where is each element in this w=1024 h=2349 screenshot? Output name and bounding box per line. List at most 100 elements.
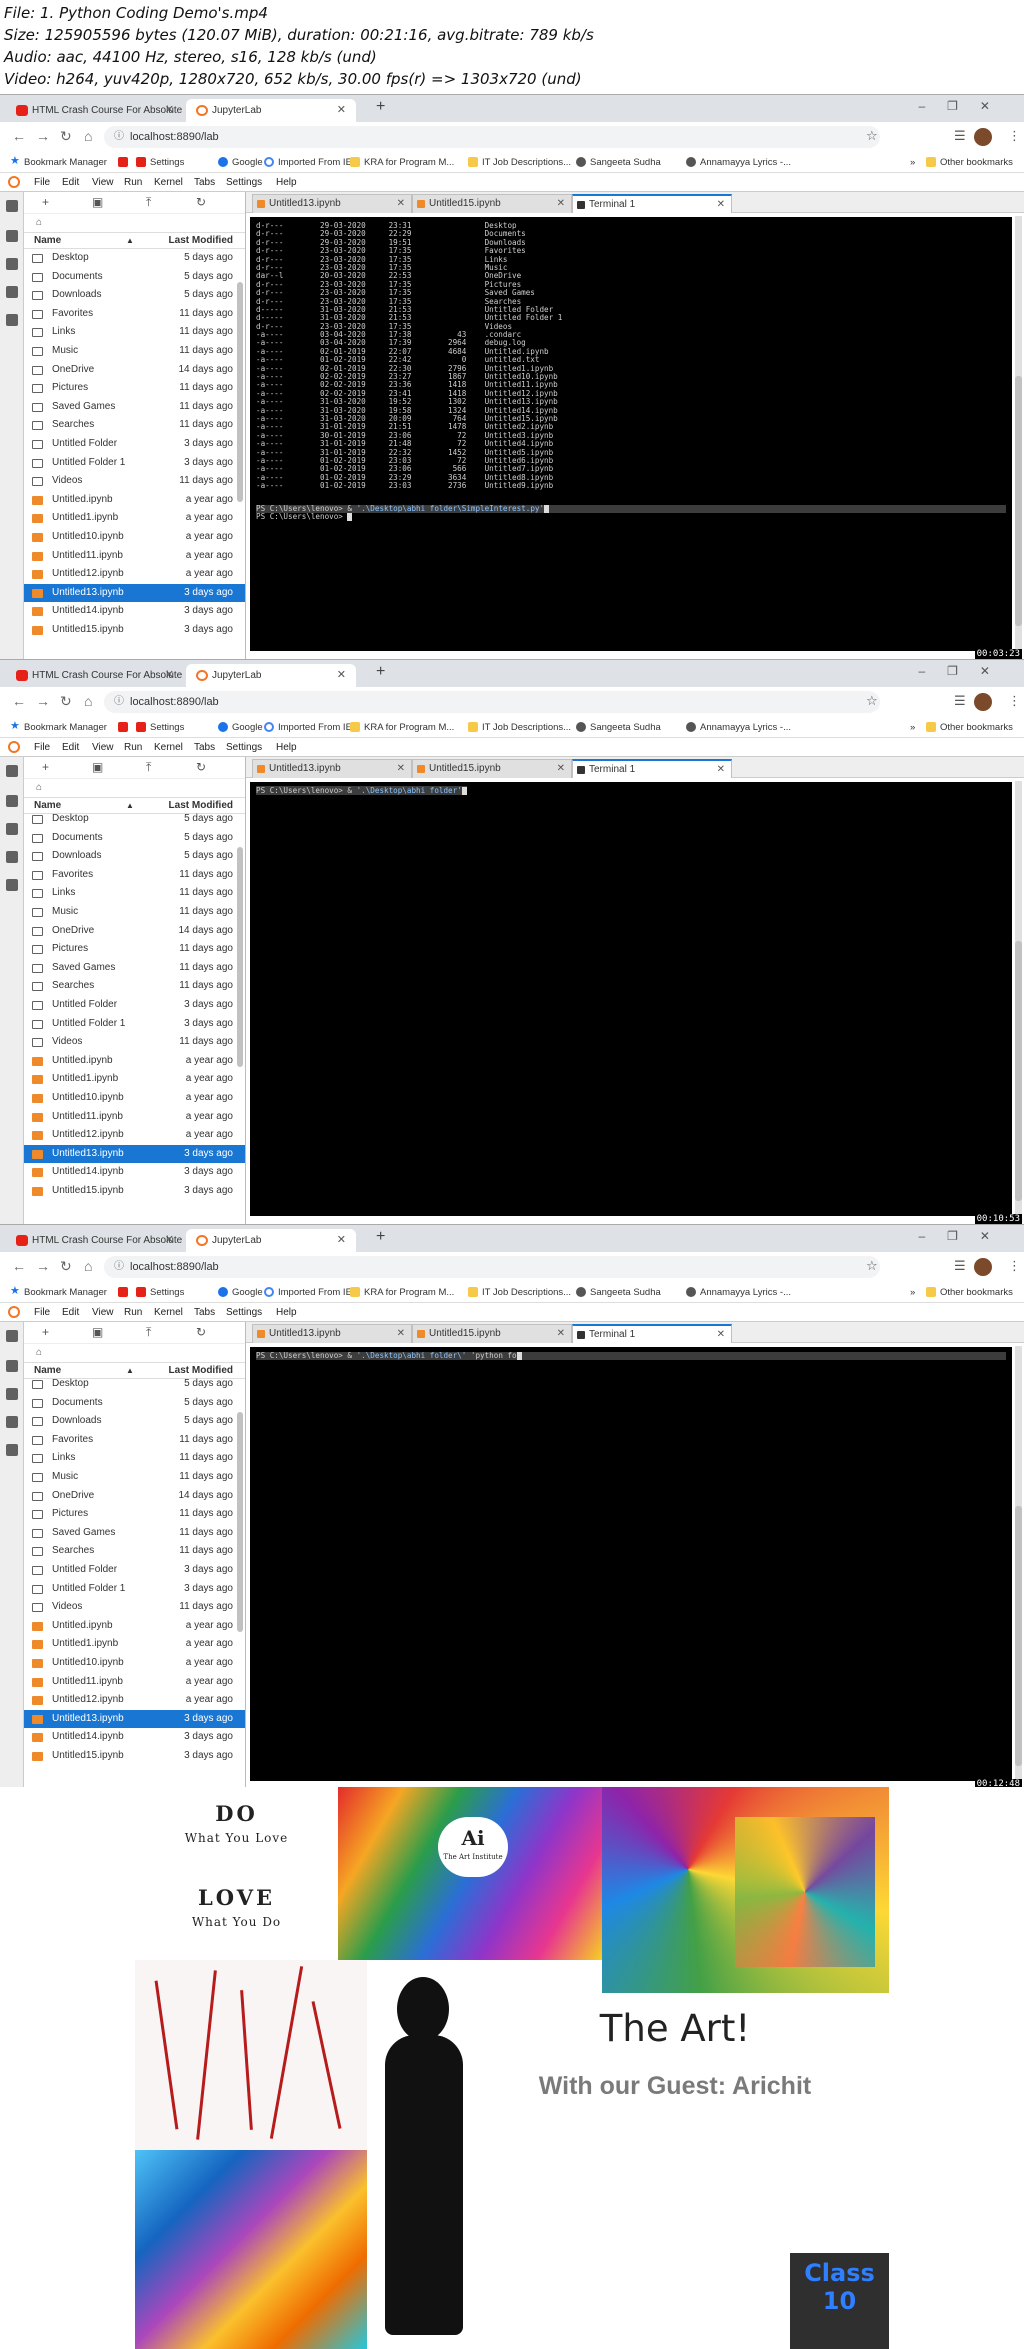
palette-icon[interactable] [6,823,18,835]
close-icon[interactable]: ✕ [717,196,725,214]
bookmark-item[interactable]: ★ Bookmark Manager [10,1282,107,1303]
file-row[interactable]: Pictures 11 days ago [24,940,245,959]
file-row[interactable]: Untitled11.ipynb a year ago [24,1108,245,1127]
new-folder-icon[interactable]: ▣ [92,195,103,209]
doc-tab-notebook[interactable]: Untitled13.ipynb ✕ [252,194,412,213]
file-row[interactable]: Untitled11.ipynb a year ago [24,547,245,566]
file-row[interactable]: Videos 11 days ago [24,1598,245,1617]
bookmark-item[interactable]: ★ Bookmark Manager [10,717,107,738]
file-row[interactable]: Untitled15.ipynb 3 days ago [24,1182,245,1201]
file-row[interactable]: Untitled Folder 3 days ago [24,435,245,454]
running-icon[interactable] [6,230,18,242]
file-row[interactable]: Untitled12.ipynb a year ago [24,565,245,584]
bookmark-item[interactable]: Google [218,717,263,738]
reload-icon[interactable]: ↻ [60,1258,72,1275]
file-row[interactable]: Searches 11 days ago [24,416,245,435]
address-bar[interactable]: ⓘ localhost:8890/lab [104,126,880,148]
file-row[interactable]: Untitled.ipynb a year ago [24,491,245,510]
file-row[interactable]: Untitled Folder 1 3 days ago [24,1580,245,1599]
avatar[interactable] [974,128,992,146]
wrench-icon[interactable] [6,1416,18,1428]
menu-help[interactable]: Help [276,173,297,192]
tabs-icon[interactable] [6,314,18,326]
close-icon[interactable]: ✕ [397,760,405,778]
file-row[interactable]: Desktop 5 days ago [24,249,245,268]
menu-run[interactable]: Run [124,738,142,757]
info-icon[interactable]: ⓘ [114,126,124,148]
doc-tab-terminal[interactable]: Terminal 1 ✕ [572,759,732,778]
bookmark-item[interactable]: Annamayya Lyrics -... [686,717,791,738]
file-row[interactable]: Music 11 days ago [24,1468,245,1487]
menu-view[interactable]: View [92,1303,114,1322]
refresh-icon[interactable]: ↻ [196,195,206,209]
file-row[interactable]: Untitled12.ipynb a year ago [24,1691,245,1710]
file-row[interactable]: Favorites 11 days ago [24,305,245,324]
browser-tab-jupyterlab[interactable]: JupyterLab ✕ [186,664,356,687]
file-row[interactable]: Searches 11 days ago [24,977,245,996]
new-tab-icon[interactable]: + [376,98,385,116]
extension-icon[interactable]: ☰ [954,1258,966,1274]
more-bookmarks-icon[interactable]: » [896,1282,915,1303]
scrollbar-thumb[interactable] [1015,941,1022,1201]
refresh-icon[interactable]: ↻ [196,1325,206,1339]
menu-edit[interactable]: Edit [62,173,79,192]
back-arrow-icon[interactable]: ← [12,1258,26,1274]
info-icon[interactable]: ⓘ [114,1256,124,1278]
back-arrow-icon[interactable]: ← [12,693,26,709]
menu-view[interactable]: View [92,173,114,192]
info-icon[interactable]: ⓘ [114,691,124,713]
more-bookmarks-icon[interactable]: » [896,717,915,738]
file-row[interactable]: OneDrive 14 days ago [24,1487,245,1506]
new-launcher-icon[interactable]: + [42,760,49,774]
file-row[interactable]: Untitled Folder 3 days ago [24,1561,245,1580]
file-row[interactable]: Videos 11 days ago [24,472,245,491]
file-row[interactable]: Untitled15.ipynb 3 days ago [24,1747,245,1766]
menu-tabs[interactable]: Tabs [194,173,215,192]
bookmark-item[interactable]: Sangeeta Sudha [576,152,661,173]
file-browser-scrollbar[interactable] [237,282,243,502]
menu-icon[interactable]: ⋮ [1008,128,1021,144]
running-icon[interactable] [6,795,18,807]
file-row[interactable]: OneDrive 14 days ago [24,361,245,380]
scrollbar-thumb[interactable] [1015,376,1022,626]
forward-arrow-icon[interactable]: → [36,1258,50,1274]
menu-view[interactable]: View [92,738,114,757]
menu-icon[interactable]: ⋮ [1008,1258,1021,1274]
file-row[interactable]: Saved Games 11 days ago [24,1524,245,1543]
file-row[interactable]: Untitled10.ipynb a year ago [24,528,245,547]
doc-tab-notebook[interactable]: Untitled15.ipynb ✕ [412,759,572,778]
close-tab-icon[interactable]: ✕ [165,1229,174,1252]
bookmark-item[interactable]: Sangeeta Sudha [576,1282,661,1303]
scrollbar-thumb[interactable] [1015,1506,1022,1766]
doc-tab-notebook[interactable]: Untitled15.ipynb ✕ [412,1324,572,1343]
close-icon[interactable]: ✕ [557,760,565,778]
bookmark-item[interactable]: Settings [136,717,184,738]
file-row[interactable]: Saved Games 11 days ago [24,398,245,417]
menu-settings[interactable]: Settings [226,173,262,192]
avatar[interactable] [974,693,992,711]
file-row[interactable]: Pictures 11 days ago [24,1505,245,1524]
bookmark-item[interactable]: Other bookmarks [926,1282,1013,1303]
bookmark-item[interactable]: Google [218,1282,263,1303]
doc-tab-terminal[interactable]: Terminal 1 ✕ [572,194,732,213]
file-row[interactable]: Untitled10.ipynb a year ago [24,1089,245,1108]
doc-tab-notebook[interactable]: Untitled13.ipynb ✕ [252,759,412,778]
menu-edit[interactable]: Edit [62,1303,79,1322]
file-row[interactable]: Untitled13.ipynb 3 days ago [24,583,245,603]
file-row[interactable]: Favorites 11 days ago [24,1431,245,1450]
bookmark-item[interactable]: IT Job Descriptions... [468,717,571,738]
file-row[interactable]: Links 11 days ago [24,323,245,342]
file-row[interactable]: Untitled.ipynb a year ago [24,1617,245,1636]
bookmark-item[interactable]: Annamayya Lyrics -... [686,1282,791,1303]
close-tab-icon[interactable]: ✕ [337,664,346,687]
extension-icon[interactable]: ☰ [954,128,966,144]
bookmark-item[interactable]: Google [218,152,263,173]
forward-arrow-icon[interactable]: → [36,128,50,144]
close-icon[interactable]: ✕ [397,1325,405,1343]
doc-tab-terminal[interactable]: Terminal 1 ✕ [572,1324,732,1343]
palette-icon[interactable] [6,1388,18,1400]
file-row[interactable]: Documents 5 days ago [24,1394,245,1413]
menu-file[interactable]: File [34,1303,50,1322]
file-row[interactable]: OneDrive 14 days ago [24,922,245,941]
running-icon[interactable] [6,1360,18,1372]
